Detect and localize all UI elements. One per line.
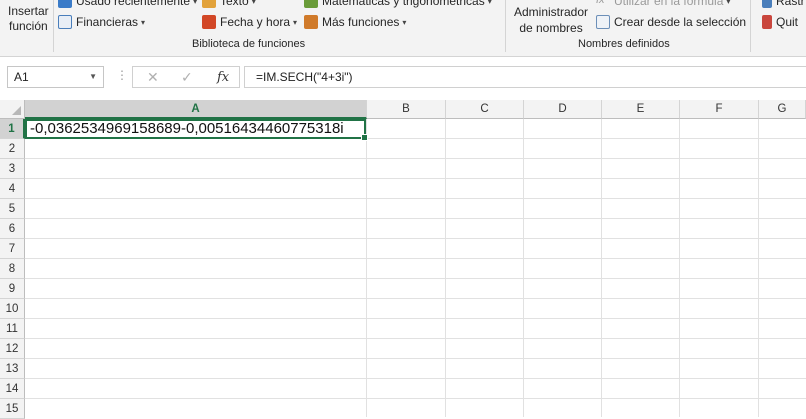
create-from-selection-icon (596, 15, 610, 29)
gridline (601, 119, 602, 417)
select-all-icon (12, 106, 21, 115)
gridline (366, 119, 367, 417)
chevron-down-icon: ▾ (402, 17, 407, 27)
row-header-12[interactable]: 12 (0, 339, 25, 359)
date-time-button[interactable]: Fecha y hora ▾ (202, 15, 297, 29)
row-header-7[interactable]: 7 (0, 239, 25, 259)
column-header-d[interactable]: D (524, 100, 602, 119)
row-header-8[interactable]: 8 (0, 259, 25, 279)
calendar-icon (202, 15, 216, 29)
more-functions-icon (304, 15, 318, 29)
row-header-10[interactable]: 10 (0, 299, 25, 319)
row-header-13[interactable]: 13 (0, 359, 25, 379)
remove-arrows-button[interactable]: Quit (762, 15, 798, 29)
insert-function-button[interactable]: Insertar función (8, 4, 49, 34)
row-header-14[interactable]: 14 (0, 379, 25, 399)
remove-arrows-icon (762, 15, 772, 29)
financial-icon (58, 15, 72, 29)
chevron-down-icon: ▾ (726, 0, 731, 6)
chevron-down-icon[interactable]: ▼ (89, 72, 97, 81)
more-functions-label: Más funciones (322, 15, 400, 29)
active-cell-a1[interactable]: -0,0362534969158689-0,00516434460775318i (25, 119, 368, 141)
chevron-down-icon: ▾ (251, 0, 256, 6)
gridline (523, 119, 524, 417)
financial-button[interactable]: Financieras ▾ (58, 15, 145, 29)
fx-icon: fx (596, 0, 605, 6)
text-button[interactable]: Texto ▾ (202, 0, 256, 8)
use-in-formula-button[interactable]: fx Utilizar en la fórmula ▾ (596, 0, 730, 8)
date-time-label: Fecha y hora (220, 15, 291, 29)
enter-icon[interactable]: ✓ (181, 69, 193, 86)
name-manager-label-2: de nombres (519, 21, 583, 35)
column-header-e[interactable]: E (602, 100, 680, 119)
trace-icon (762, 0, 772, 8)
row-header-15[interactable]: 15 (0, 399, 25, 419)
cell-a1-value: -0,0362534969158689-0,00516434460775318i (30, 120, 344, 137)
separator (750, 0, 751, 52)
gridline (758, 119, 759, 417)
financial-label: Financieras (76, 15, 139, 29)
row-header-3[interactable]: 3 (0, 159, 25, 179)
text-icon (202, 0, 216, 8)
row-header-5[interactable]: 5 (0, 199, 25, 219)
fill-handle[interactable] (361, 134, 368, 141)
row-header-4[interactable]: 4 (0, 179, 25, 199)
recently-used-label: Usado recientemente (76, 0, 191, 8)
remove-arrows-label: Quit (776, 15, 799, 29)
insert-function-label-1: Insertar (8, 4, 49, 18)
recently-used-button[interactable]: Usado recientemente ▾ (58, 0, 197, 8)
formula-input[interactable]: =IM.SECH("4+3i") (244, 66, 806, 88)
select-all-corner[interactable] (0, 100, 25, 119)
chevron-down-icon: ▾ (487, 0, 492, 6)
separator (505, 0, 506, 52)
more-functions-button[interactable]: Más funciones ▾ (304, 15, 406, 29)
formula-text: =IM.SECH("4+3i") (256, 70, 353, 84)
trace-label: Rastr (776, 0, 805, 8)
column-header-f[interactable]: F (680, 100, 759, 119)
column-header-g[interactable]: G (759, 100, 806, 119)
math-trig-label: Matemáticas y trigonométricas (322, 0, 485, 8)
gridline (679, 119, 680, 417)
recently-used-icon (58, 0, 72, 8)
row-header-11[interactable]: 11 (0, 319, 25, 339)
gridline (445, 119, 446, 417)
name-manager-button[interactable]: Administrador de nombres (514, 4, 588, 36)
trace-button[interactable]: Rastr (762, 0, 805, 8)
chevron-down-icon: ▾ (193, 0, 198, 6)
column-header-b[interactable]: B (367, 100, 446, 119)
use-in-formula-label: Utilizar en la fórmula (614, 0, 724, 8)
chevron-down-icon: ▾ (141, 17, 146, 27)
row-header-2[interactable]: 2 (0, 139, 25, 159)
create-from-selection-button[interactable]: Crear desde la selección (596, 15, 746, 29)
math-icon (304, 0, 318, 8)
name-box-value: A1 (14, 70, 29, 84)
cell-area[interactable] (25, 119, 806, 417)
row-header-6[interactable]: 6 (0, 219, 25, 239)
text-label: Texto (220, 0, 249, 8)
row-header-9[interactable]: 9 (0, 279, 25, 299)
more-options-icon[interactable]: ⋮ (116, 68, 128, 82)
function-library-group-label: Biblioteca de funciones (192, 38, 306, 50)
insert-function-label-2: función (8, 19, 48, 33)
defined-names-group-label: Nombres definidos (578, 38, 670, 50)
create-from-selection-label: Crear desde la selección (614, 15, 747, 29)
name-manager-label-1: Administrador (514, 5, 589, 19)
ribbon: Insertar función Usado recientemente ▾ Fi… (0, 0, 806, 57)
formula-buttons: ✕ ✓ fx (132, 66, 240, 88)
chevron-down-icon: ▾ (293, 17, 298, 27)
insert-function-icon[interactable]: fx (217, 70, 229, 85)
separator (53, 0, 54, 52)
name-box[interactable]: A1 ▼ (7, 66, 104, 88)
math-trig-button[interactable]: Matemáticas y trigonométricas ▾ (304, 0, 492, 8)
row-header-1[interactable]: 1 (0, 119, 25, 139)
column-header-a[interactable]: A (25, 100, 367, 119)
cancel-icon[interactable]: ✕ (147, 69, 159, 86)
column-header-c[interactable]: C (446, 100, 524, 119)
